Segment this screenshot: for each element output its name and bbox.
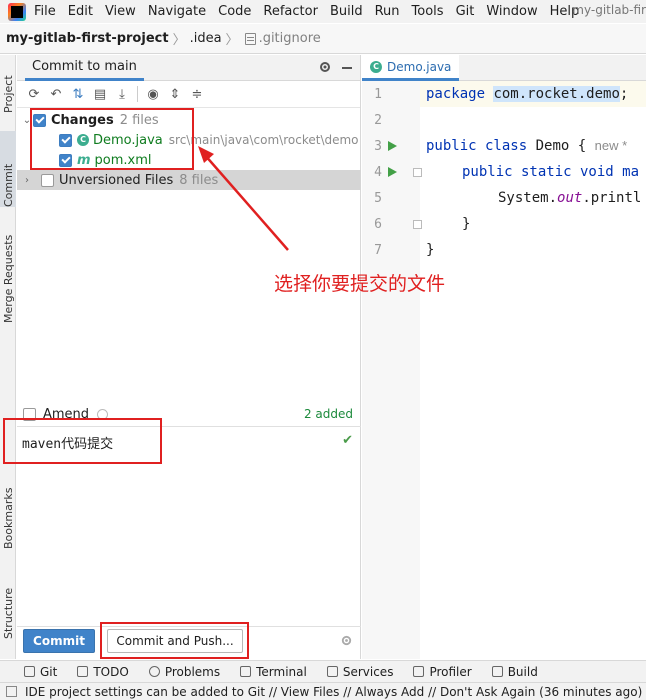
terminal-icon [240, 666, 252, 677]
fold-marker-icon[interactable] [413, 220, 422, 229]
unversioned-files-row[interactable]: › Unversioned Files 8 files [17, 170, 361, 190]
status-message[interactable]: IDE project settings can be added to Git… [25, 685, 642, 699]
commit-panel-header: Commit to main [17, 55, 360, 81]
breadcrumb-separator: 〉 [225, 33, 239, 48]
commit-button[interactable]: Commit [23, 629, 95, 653]
run-icon[interactable] [388, 167, 397, 177]
view-options-eye-icon[interactable]: ◉ [142, 83, 164, 105]
tool-git[interactable]: Git [24, 665, 57, 679]
line-number: 3 [374, 139, 382, 154]
file-path: src\main\java\com\rocket\demo [168, 133, 359, 147]
menu-refactor[interactable]: Refactor [263, 4, 318, 19]
left-tool-stripe: Project Commit Merge Requests Bookmarks … [0, 55, 16, 659]
menu-run[interactable]: Run [375, 4, 400, 19]
breadcrumb: my-gitlab-first-project 〉 .idea 〉 .gitig… [0, 24, 646, 54]
tool-todo[interactable]: TODO [77, 665, 129, 679]
gear-icon[interactable] [340, 634, 353, 647]
git-icon [24, 666, 35, 677]
status-notification-icon[interactable] [6, 686, 17, 697]
tool-build[interactable]: Build [491, 665, 538, 679]
annotation-box-files [30, 108, 194, 170]
build-hammer-icon [491, 666, 503, 677]
collapse-all-icon[interactable]: ≑ [186, 83, 208, 105]
expand-all-icon[interactable]: ⇕ [164, 83, 186, 105]
services-icon [326, 666, 338, 677]
annotation-box-commit-push [100, 622, 249, 659]
rollback-icon[interactable]: ↶ [45, 83, 67, 105]
code-line-6[interactable]: } [426, 216, 470, 232]
line-number: 1 [374, 87, 382, 102]
breadcrumb-folder[interactable]: .idea [190, 31, 222, 46]
line-number: 2 [374, 113, 382, 128]
menu-view[interactable]: View [105, 4, 136, 19]
tool-tab-merge-requests[interactable]: Merge Requests [0, 215, 16, 323]
tool-tab-project[interactable]: Project [0, 59, 16, 113]
line-number: 4 [374, 165, 382, 180]
annotation-box-message [3, 418, 162, 464]
gitignore-file-icon [244, 32, 256, 45]
todo-icon [77, 666, 89, 677]
checkmark-icon: ✔ [342, 433, 353, 448]
fold-marker-icon[interactable] [413, 168, 422, 177]
menu-code[interactable]: Code [218, 4, 251, 19]
editor-gutter: 1 2 3 4 5 6 7 [362, 81, 422, 659]
menu-navigate[interactable]: Navigate [148, 4, 206, 19]
gear-icon[interactable] [318, 60, 332, 74]
menu-bar: File Edit View Navigate Code Refactor Bu… [0, 0, 646, 23]
java-class-icon: C [370, 60, 382, 73]
annotation-text: 选择你要提交的文件 [274, 273, 446, 295]
menu-tools[interactable]: Tools [412, 4, 444, 19]
unversioned-label: Unversioned Files [59, 172, 174, 188]
editor-tabs: C Demo.java [362, 55, 646, 81]
shelve-icon[interactable]: ▤ [89, 83, 111, 105]
toolbar-separator [137, 86, 138, 102]
code-line-4[interactable]: public static void ma [426, 164, 639, 180]
commit-toolbar: ⟳ ↶ ⇅ ▤ ⤓ ◉ ⇕ ≑ [17, 81, 360, 108]
tool-terminal[interactable]: Terminal [240, 665, 307, 679]
tool-services[interactable]: Services [326, 665, 393, 679]
problems-icon [148, 666, 160, 677]
refresh-icon[interactable]: ⟳ [23, 83, 45, 105]
tab-commit-to-main[interactable]: Commit to main [25, 55, 144, 81]
unversioned-checkbox[interactable] [41, 173, 54, 187]
code-line-5[interactable]: System.out.printl [426, 190, 641, 206]
breadcrumb-project[interactable]: my-gitlab-first-project [6, 31, 169, 46]
tool-tab-structure[interactable]: Structure [0, 575, 16, 639]
tool-tab-commit[interactable]: Commit [0, 131, 16, 207]
code-editor: C Demo.java 1 2 3 4 5 6 7 package com.ro… [362, 55, 646, 659]
profiler-icon [413, 666, 425, 677]
breadcrumb-separator: 〉 [172, 33, 186, 48]
code-line-7[interactable]: } [426, 242, 434, 258]
line-number: 5 [374, 191, 382, 206]
tool-profiler[interactable]: Profiler [413, 665, 472, 679]
menu-build[interactable]: Build [330, 4, 363, 19]
download-icon[interactable]: ⤓ [111, 83, 133, 105]
line-number: 7 [374, 243, 382, 258]
tool-window-bar: Git TODO Problems Terminal Services Prof… [0, 660, 646, 682]
menu-edit[interactable]: Edit [68, 4, 93, 19]
line-number: 6 [374, 217, 382, 232]
code-line-3[interactable]: public class Demo { new * [426, 138, 627, 154]
unversioned-count: 8 files [179, 172, 219, 188]
window-title: my-gitlab-fir [572, 3, 646, 17]
added-count: 2 added [303, 407, 353, 421]
editor-tab-label: Demo.java [387, 59, 452, 74]
show-diff-icon[interactable]: ⇅ [67, 83, 89, 105]
tab-demo-java[interactable]: C Demo.java [362, 55, 460, 81]
code-line-1[interactable]: package com.rocket.demo; [426, 86, 628, 102]
tool-tab-bookmarks[interactable]: Bookmarks [0, 483, 16, 549]
inlay-hint: new * [594, 138, 628, 153]
minimize-icon[interactable] [342, 67, 352, 69]
intellij-logo-icon [8, 2, 26, 21]
run-icon[interactable] [388, 141, 397, 151]
menu-file[interactable]: File [34, 4, 56, 19]
status-bar: IDE project settings can be added to Git… [0, 682, 646, 700]
expand-chevron-icon[interactable]: › [21, 175, 33, 186]
menu-git[interactable]: Git [456, 4, 475, 19]
tool-problems[interactable]: Problems [148, 665, 220, 679]
menu-window[interactable]: Window [486, 4, 537, 19]
breadcrumb-file[interactable]: .gitignore [259, 31, 321, 46]
